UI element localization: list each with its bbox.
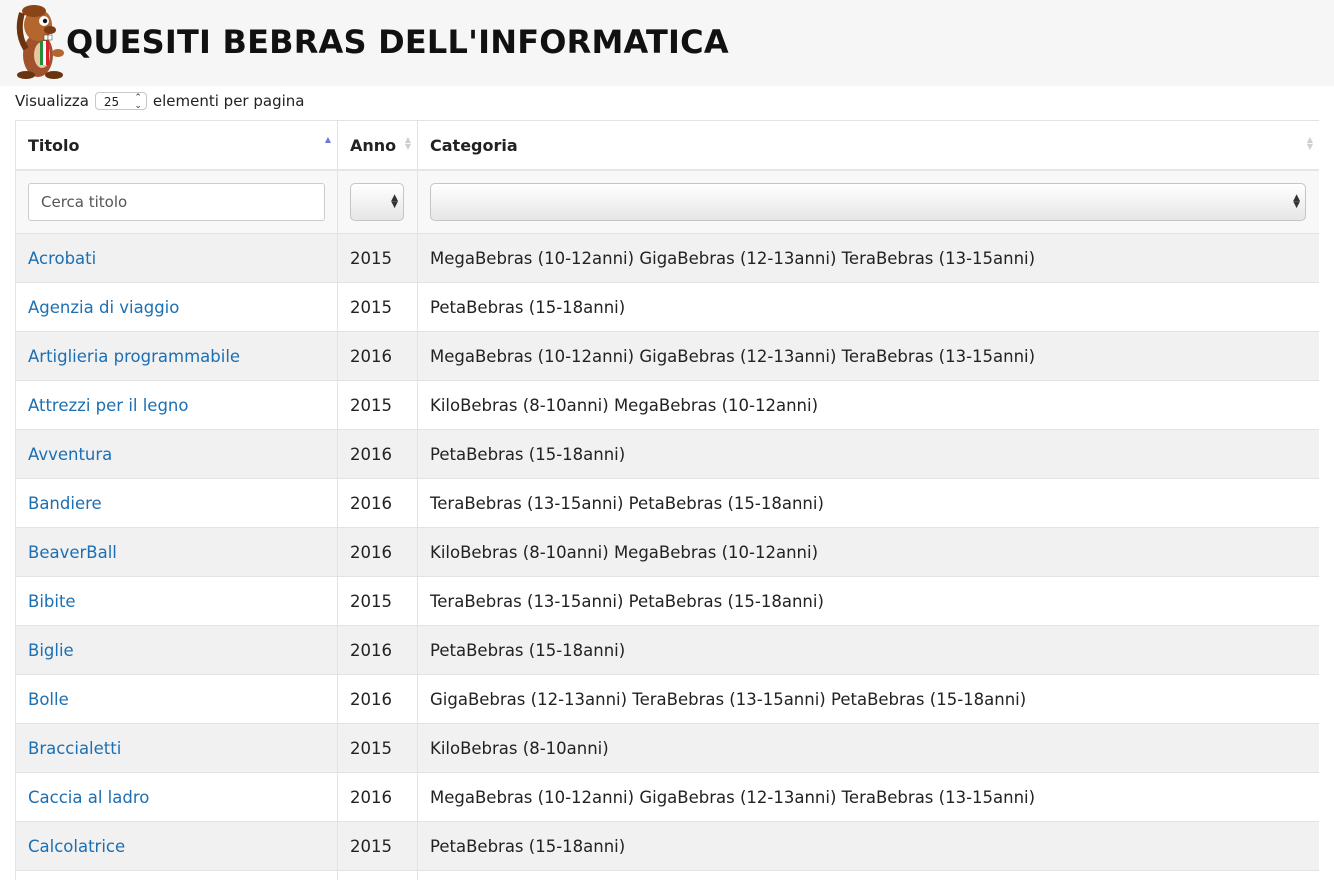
table-row: Caccia al ladro 2016 MegaBebras (10-12anni… bbox=[15, 772, 1319, 822]
cell-year: 2015 bbox=[337, 233, 418, 283]
column-header-label: Anno bbox=[350, 135, 397, 155]
beaver-logo-icon bbox=[16, 5, 64, 79]
cell-year: 2015 bbox=[337, 576, 418, 626]
question-title-link[interactable]: Bolle bbox=[28, 690, 69, 709]
cell-category: TeraBebras (13-15anni) PetaBebras (15-18… bbox=[417, 576, 1319, 626]
question-title-link[interactable]: Avventura bbox=[28, 445, 112, 464]
cell-year: 2016 bbox=[337, 478, 418, 528]
questions-table: Titolo ▲▼ Anno ▲▼ Categoria ▲▼ bbox=[15, 120, 1319, 880]
cell-year: 2016 bbox=[337, 527, 418, 577]
table-row bbox=[15, 870, 1319, 880]
length-menu-suffix: elementi per pagina bbox=[152, 92, 305, 110]
page-length-value: 25 bbox=[103, 95, 120, 109]
questions-table-container: Titolo ▲▼ Anno ▲▼ Categoria ▲▼ bbox=[15, 120, 1319, 880]
table-row: Agenzia di viaggio 2015 PetaBebras (15-18a… bbox=[15, 282, 1319, 332]
length-menu-prefix: Visualizza bbox=[15, 92, 89, 110]
cell-category: MegaBebras (10-12anni) GigaBebras (12-13… bbox=[417, 331, 1319, 381]
table-row: Acrobati 2015 MegaBebras (10-12anni) GigaB… bbox=[15, 233, 1319, 283]
cell-title: Attrezzi per il legno bbox=[15, 380, 338, 430]
select-arrows-icon: ▲ ▼ bbox=[1293, 193, 1300, 210]
select-arrows-icon: ▲ ▼ bbox=[391, 193, 398, 210]
question-title-link[interactable]: Bandiere bbox=[28, 494, 102, 513]
cell-year: 2016 bbox=[337, 331, 418, 381]
question-title-link[interactable]: Calcolatrice bbox=[28, 837, 125, 856]
table-row: Calcolatrice 2015 PetaBebras (15-18anni) bbox=[15, 821, 1319, 871]
cell-title: Agenzia di viaggio bbox=[15, 282, 338, 332]
cell-year: 2015 bbox=[337, 380, 418, 430]
sort-both-icon: ▲ ▼ bbox=[1306, 135, 1313, 151]
cell-year: 2015 bbox=[337, 821, 418, 871]
cell-year: 2016 bbox=[337, 772, 418, 822]
cell-year: 2016 bbox=[337, 674, 418, 724]
select-arrows-icon: ⌃ ⌄ bbox=[134, 93, 142, 111]
column-header-titolo[interactable]: Titolo ▲▼ bbox=[15, 120, 338, 171]
question-title-link[interactable]: Artiglieria programmabile bbox=[28, 347, 240, 366]
cell-year: 2016 bbox=[337, 429, 418, 479]
site-header: QUESITI BEBRAS DELL'INFORMATICA bbox=[0, 0, 1334, 86]
question-title-link[interactable]: Biglie bbox=[28, 641, 74, 660]
cell-category: PetaBebras (15-18anni) bbox=[417, 429, 1319, 479]
table-body: Acrobati 2015 MegaBebras (10-12anni) GigaB… bbox=[15, 233, 1319, 880]
filter-cell-anno: ▲ ▼ bbox=[337, 169, 418, 234]
question-title-link[interactable]: BeaverBall bbox=[28, 543, 117, 562]
cell-category: MegaBebras (10-12anni) GigaBebras (12-13… bbox=[417, 772, 1319, 822]
cell-title: Biglie bbox=[15, 625, 338, 675]
table-row: Artiglieria programmabile 2016 MegaBebras … bbox=[15, 331, 1319, 381]
cell-title: Bibite bbox=[15, 576, 338, 626]
column-header-label: Categoria bbox=[430, 135, 518, 155]
cell-year: 2015 bbox=[337, 723, 418, 773]
table-row: BeaverBall 2016 KiloBebras (8-10anni) Mega… bbox=[15, 527, 1319, 577]
table-row: Avventura 2016 PetaBebras (15-18anni) bbox=[15, 429, 1319, 479]
table-row: Attrezzi per il legno 2015 KiloBebras (8-1… bbox=[15, 380, 1319, 430]
cell-year bbox=[337, 870, 418, 880]
sort-asc-icon: ▲▼ bbox=[324, 135, 331, 144]
page-title: QUESITI BEBRAS DELL'INFORMATICA bbox=[66, 23, 729, 61]
cell-category: PetaBebras (15-18anni) bbox=[417, 821, 1319, 871]
column-header-anno[interactable]: Anno ▲ ▼ bbox=[337, 120, 418, 171]
table-row: Bolle 2016 GigaBebras (12-13anni) TeraBebr… bbox=[15, 674, 1319, 724]
table-row: Bibite 2015 TeraBebras (13-15anni) PetaBeb… bbox=[15, 576, 1319, 626]
filter-cell-titolo bbox=[15, 169, 338, 234]
column-header-categoria[interactable]: Categoria ▲ ▼ bbox=[417, 120, 1319, 171]
cell-category: KiloBebras (8-10anni) MegaBebras (10-12a… bbox=[417, 380, 1319, 430]
cell-title: Braccialetti bbox=[15, 723, 338, 773]
year-filter-select[interactable]: ▲ ▼ bbox=[350, 183, 404, 221]
cell-title: Bandiere bbox=[15, 478, 338, 528]
cell-category: KiloBebras (8-10anni) bbox=[417, 723, 1319, 773]
length-menu: Visualizza 25 ⌃ ⌄ elementi per pagina bbox=[15, 89, 304, 113]
column-header-label: Titolo bbox=[28, 135, 80, 155]
cell-category: PetaBebras (15-18anni) bbox=[417, 625, 1319, 675]
cell-title bbox=[15, 870, 338, 880]
table-row: Bandiere 2016 TeraBebras (13-15anni) PetaB… bbox=[15, 478, 1319, 528]
cell-category: TeraBebras (13-15anni) PetaBebras (15-18… bbox=[417, 478, 1319, 528]
page-length-select[interactable]: 25 ⌃ ⌄ bbox=[94, 92, 147, 111]
cell-year: 2015 bbox=[337, 282, 418, 332]
cell-category: PetaBebras (15-18anni) bbox=[417, 282, 1319, 332]
cell-category: GigaBebras (12-13anni) TeraBebras (13-15… bbox=[417, 674, 1319, 724]
sort-both-icon: ▲ ▼ bbox=[404, 135, 411, 151]
filter-cell-categoria: ▲ ▼ bbox=[417, 169, 1319, 234]
question-title-link[interactable]: Caccia al ladro bbox=[28, 788, 149, 807]
cell-category bbox=[417, 870, 1319, 880]
cell-category: MegaBebras (10-12anni) GigaBebras (12-13… bbox=[417, 233, 1319, 283]
question-title-link[interactable]: Acrobati bbox=[28, 249, 96, 268]
cell-year: 2016 bbox=[337, 625, 418, 675]
cell-title: BeaverBall bbox=[15, 527, 338, 577]
cell-title: Acrobati bbox=[15, 233, 338, 283]
title-search-input[interactable] bbox=[28, 183, 325, 221]
table-row: Braccialetti 2015 KiloBebras (8-10anni) bbox=[15, 723, 1319, 773]
cell-title: Artiglieria programmabile bbox=[15, 331, 338, 381]
category-filter-select[interactable]: ▲ ▼ bbox=[430, 183, 1306, 221]
question-title-link[interactable]: Attrezzi per il legno bbox=[28, 396, 189, 415]
cell-title: Bolle bbox=[15, 674, 338, 724]
table-row: Biglie 2016 PetaBebras (15-18anni) bbox=[15, 625, 1319, 675]
cell-title: Avventura bbox=[15, 429, 338, 479]
cell-title: Caccia al ladro bbox=[15, 772, 338, 822]
question-title-link[interactable]: Bibite bbox=[28, 592, 76, 611]
cell-title: Calcolatrice bbox=[15, 821, 338, 871]
cell-category: KiloBebras (8-10anni) MegaBebras (10-12a… bbox=[417, 527, 1319, 577]
question-title-link[interactable]: Braccialetti bbox=[28, 739, 121, 758]
question-title-link[interactable]: Agenzia di viaggio bbox=[28, 298, 179, 317]
